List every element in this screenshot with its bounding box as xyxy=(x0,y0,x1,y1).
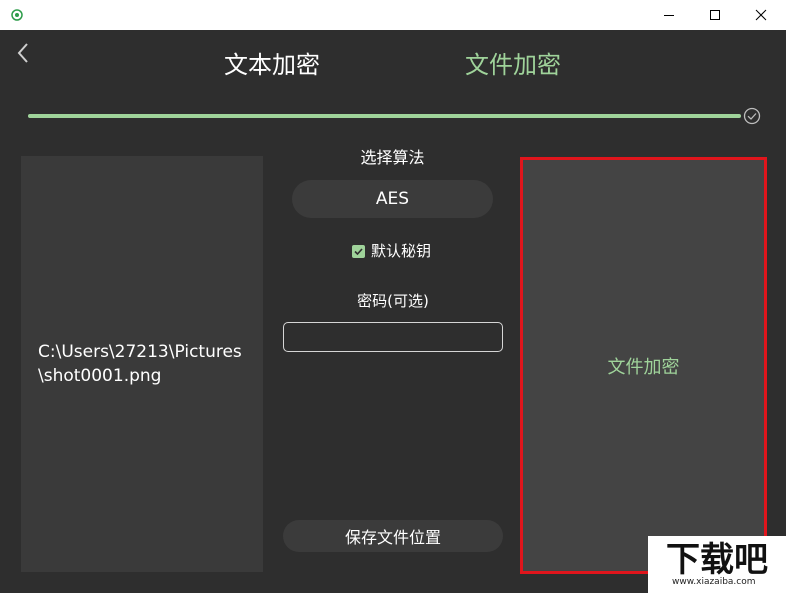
password-label: 密码(可选) xyxy=(357,292,429,310)
password-input[interactable] xyxy=(283,322,503,352)
progress-fill xyxy=(28,114,741,118)
back-button[interactable] xyxy=(12,40,34,66)
save-location-label: 保存文件位置 xyxy=(344,528,441,547)
checkmark-icon xyxy=(354,247,363,255)
default-key-label: 默认秘钥 xyxy=(371,242,432,260)
tab-text-encrypt[interactable]: 文本加密 xyxy=(224,46,320,84)
watermark-logo-text: 下载吧 xyxy=(666,540,768,580)
maximize-icon xyxy=(710,10,720,20)
file-drop-panel[interactable]: C:\Users\27213\Pictures\shot0001.png xyxy=(21,156,263,572)
minimize-icon xyxy=(664,15,674,16)
default-key-toggle[interactable]: 默认秘钥 xyxy=(352,240,431,262)
progress-bar xyxy=(28,114,741,118)
encrypt-file-label: 文件加密 xyxy=(607,356,680,378)
title-bar xyxy=(0,0,786,30)
app-window: 文本加密 文件加密 C:\Users\27213\Pictures\shot00… xyxy=(0,0,786,593)
watermark-site-text: www.xiazaiba.com xyxy=(672,577,756,587)
close-icon xyxy=(755,9,767,21)
check-circle-icon xyxy=(743,107,761,125)
tab-file-encrypt[interactable]: 文件加密 xyxy=(465,46,561,84)
chevron-left-icon xyxy=(17,43,28,63)
app-eye-icon xyxy=(11,9,23,21)
encrypt-file-button[interactable]: 文件加密 xyxy=(520,157,767,574)
close-button[interactable] xyxy=(738,0,784,30)
algorithm-value: AES xyxy=(375,189,410,209)
algorithm-label: 选择算法 xyxy=(360,148,425,167)
file-path-text: C:\Users\27213\Pictures\shot0001.png xyxy=(38,342,242,386)
default-key-checkbox[interactable] xyxy=(352,244,365,258)
maximize-button[interactable] xyxy=(692,0,738,30)
algorithm-select[interactable]: AES xyxy=(292,180,493,218)
save-location-button[interactable]: 保存文件位置 xyxy=(283,520,503,552)
minimize-button[interactable] xyxy=(646,0,692,30)
